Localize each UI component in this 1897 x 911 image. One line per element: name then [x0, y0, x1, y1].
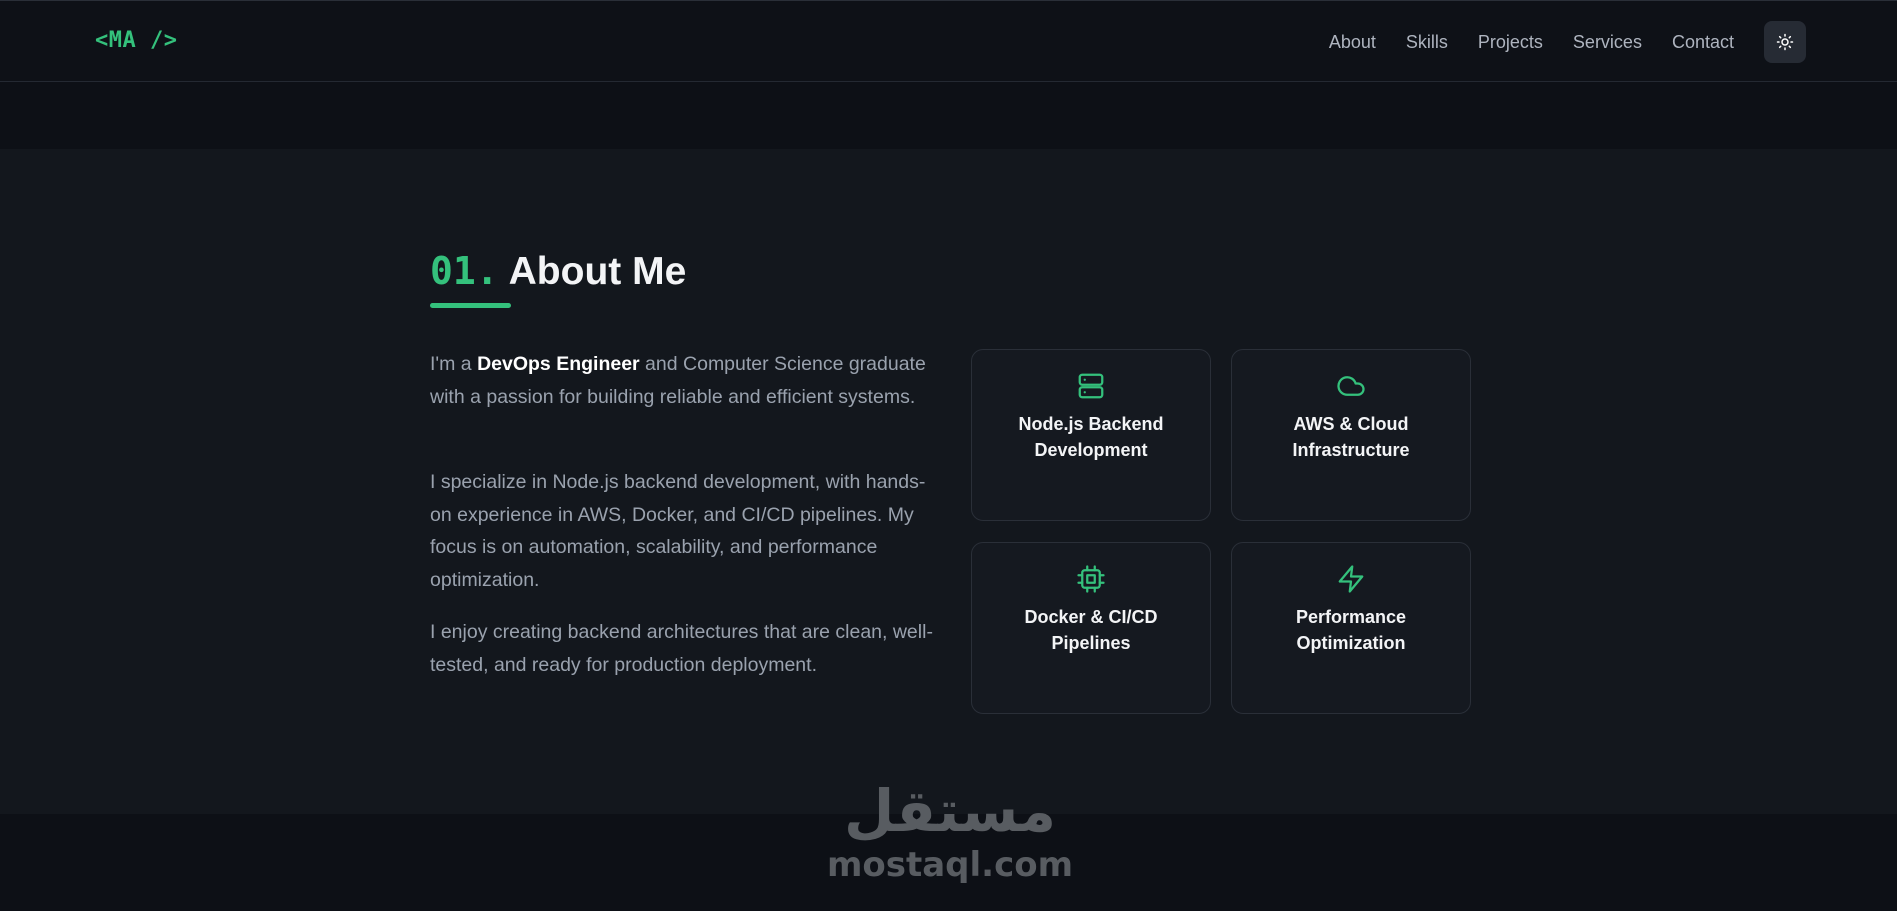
nav-link-contact[interactable]: Contact [1672, 32, 1734, 53]
skill-card-label: Docker & CI/CD Pipelines [1024, 607, 1158, 653]
nav-link-projects[interactable]: Projects [1478, 32, 1543, 53]
skill-card-performance: Performance Optimization [1231, 542, 1471, 714]
skill-card-nodejs: Node.js Backend Development [971, 349, 1211, 521]
mostaql-watermark: مستقل mostaql.com [810, 778, 1090, 893]
server-icon [1075, 370, 1107, 402]
lightning-icon [1335, 563, 1367, 595]
nav-links: About Skills Projects Services Contact [1329, 1, 1734, 83]
nav-link-skills[interactable]: Skills [1406, 32, 1448, 53]
paragraph-1-prefix: I'm a [430, 353, 478, 375]
cloud-icon [1335, 370, 1367, 402]
about-paragraph-1: I'm a DevOps Engineer and Computer Scien… [430, 348, 945, 413]
theme-toggle-button[interactable] [1764, 21, 1806, 63]
hero-bottom-band [0, 82, 1897, 149]
skill-card-label: Performance Optimization [1295, 607, 1407, 653]
section-heading: About Me [508, 250, 687, 293]
about-paragraph-3: I enjoy creating backend architectures t… [430, 621, 933, 676]
watermark-latin: mostaql.com [826, 845, 1074, 885]
section-number: 01. [430, 249, 499, 293]
watermark-arabic: مستقل [843, 777, 1057, 845]
cpu-icon [1075, 563, 1107, 595]
section-title: 01. About Me [430, 249, 686, 294]
nav-link-about[interactable]: About [1329, 32, 1376, 53]
nav-link-services[interactable]: Services [1573, 32, 1642, 53]
navbar: <MA /> About Skills Projects Services Co… [0, 0, 1897, 82]
sun-icon [1776, 33, 1794, 51]
skill-card-label: AWS & Cloud Infrastructure [1292, 414, 1410, 460]
skill-card-docker: Docker & CI/CD Pipelines [971, 542, 1211, 714]
skill-card-label: Node.js Backend Development [1018, 414, 1164, 460]
about-section: 01. About Me I'm a DevOps Engineer and C… [0, 149, 1897, 814]
skill-card-aws: AWS & Cloud Infrastructure [1231, 349, 1471, 521]
title-underline [430, 303, 511, 308]
highlight-role: DevOps Engineer [477, 353, 640, 375]
logo[interactable]: <MA /> [95, 28, 177, 53]
about-paragraph-2: I specialize in Node.js backend developm… [430, 471, 926, 591]
